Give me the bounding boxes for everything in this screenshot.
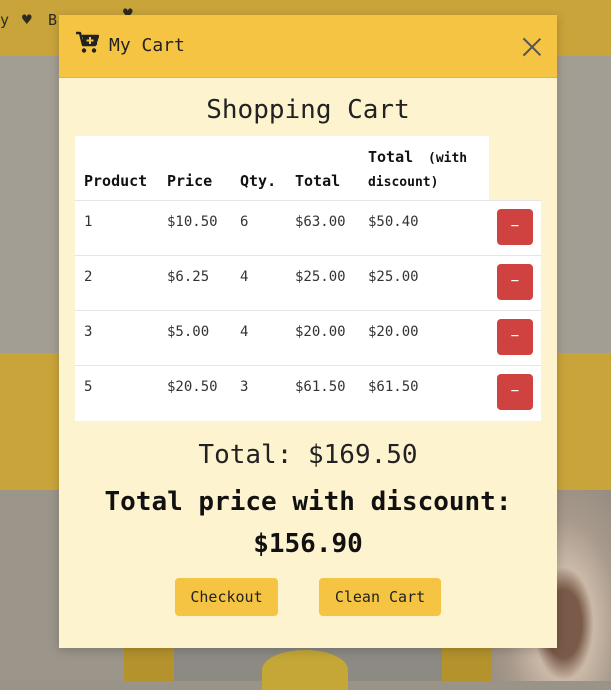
column-header-qty: Qty.	[240, 172, 277, 190]
column-header-total: Total	[295, 172, 341, 190]
heart-icon: ♥	[22, 10, 32, 29]
checkout-button[interactable]: Checkout	[175, 578, 278, 616]
column-header-discount-note: discount)	[368, 175, 439, 190]
cell-qty: 3	[240, 379, 249, 395]
discount-total-label: Total price with discount:	[104, 487, 512, 517]
table-row: 1 $10.50 6 $63.00 $50.40 −	[75, 200, 541, 256]
close-button[interactable]	[521, 36, 543, 58]
table-header: Product Price Qty. Total Total (with dis…	[75, 136, 489, 200]
discount-total-value: $156.90	[253, 529, 363, 559]
table-row: 3 $5.00 4 $20.00 $20.00 −	[75, 310, 541, 366]
cell-product: 2	[84, 269, 93, 285]
cell-product: 3	[84, 324, 93, 340]
cart-modal: My Cart Shopping Cart Product Price Qty.…	[59, 15, 557, 648]
cell-total: $63.00	[295, 214, 346, 230]
cell-price: $10.50	[167, 214, 218, 230]
cell-price: $6.25	[167, 269, 210, 285]
background-nav-fragment: y	[0, 11, 10, 29]
cell-total: $20.00	[295, 324, 346, 340]
remove-item-button[interactable]: −	[497, 264, 533, 300]
table-row: 5 $20.50 3 $61.50 $61.50 −	[75, 365, 541, 421]
modal-title: My Cart	[109, 35, 185, 56]
cell-product: 5	[84, 379, 93, 395]
cell-qty: 4	[240, 269, 249, 285]
cell-total: $25.00	[295, 269, 346, 285]
cell-price: $20.50	[167, 379, 218, 395]
cart-plus-icon	[76, 31, 99, 53]
modal-header: My Cart	[59, 15, 557, 78]
discount-total-block: Total price with discount: $156.90	[59, 481, 557, 565]
remove-item-button[interactable]: −	[497, 319, 533, 355]
cell-qty: 4	[240, 324, 249, 340]
column-header-discount-total: Total	[368, 148, 414, 166]
cell-total: $61.50	[295, 379, 346, 395]
remove-item-button[interactable]: −	[497, 209, 533, 245]
cell-product: 1	[84, 214, 93, 230]
background-nav-link: B	[48, 11, 58, 29]
clean-cart-button[interactable]: Clean Cart	[319, 578, 441, 616]
table-row: 2 $6.25 4 $25.00 $25.00 −	[75, 255, 541, 311]
column-header-price: Price	[167, 172, 213, 190]
column-header-product: Product	[84, 172, 148, 190]
cell-discount-total: $61.50	[368, 379, 419, 395]
cell-discount-total: $50.40	[368, 214, 419, 230]
column-header-discount-note: (with	[428, 151, 468, 166]
remove-item-button[interactable]: −	[497, 374, 533, 410]
cell-discount-total: $25.00	[368, 269, 419, 285]
background-image-frosting	[262, 650, 348, 690]
cart-total: Total: $169.50	[198, 440, 418, 470]
cell-price: $5.00	[167, 324, 210, 340]
cell-discount-total: $20.00	[368, 324, 419, 340]
cell-qty: 6	[240, 214, 249, 230]
page-title: Shopping Cart	[206, 95, 410, 125]
